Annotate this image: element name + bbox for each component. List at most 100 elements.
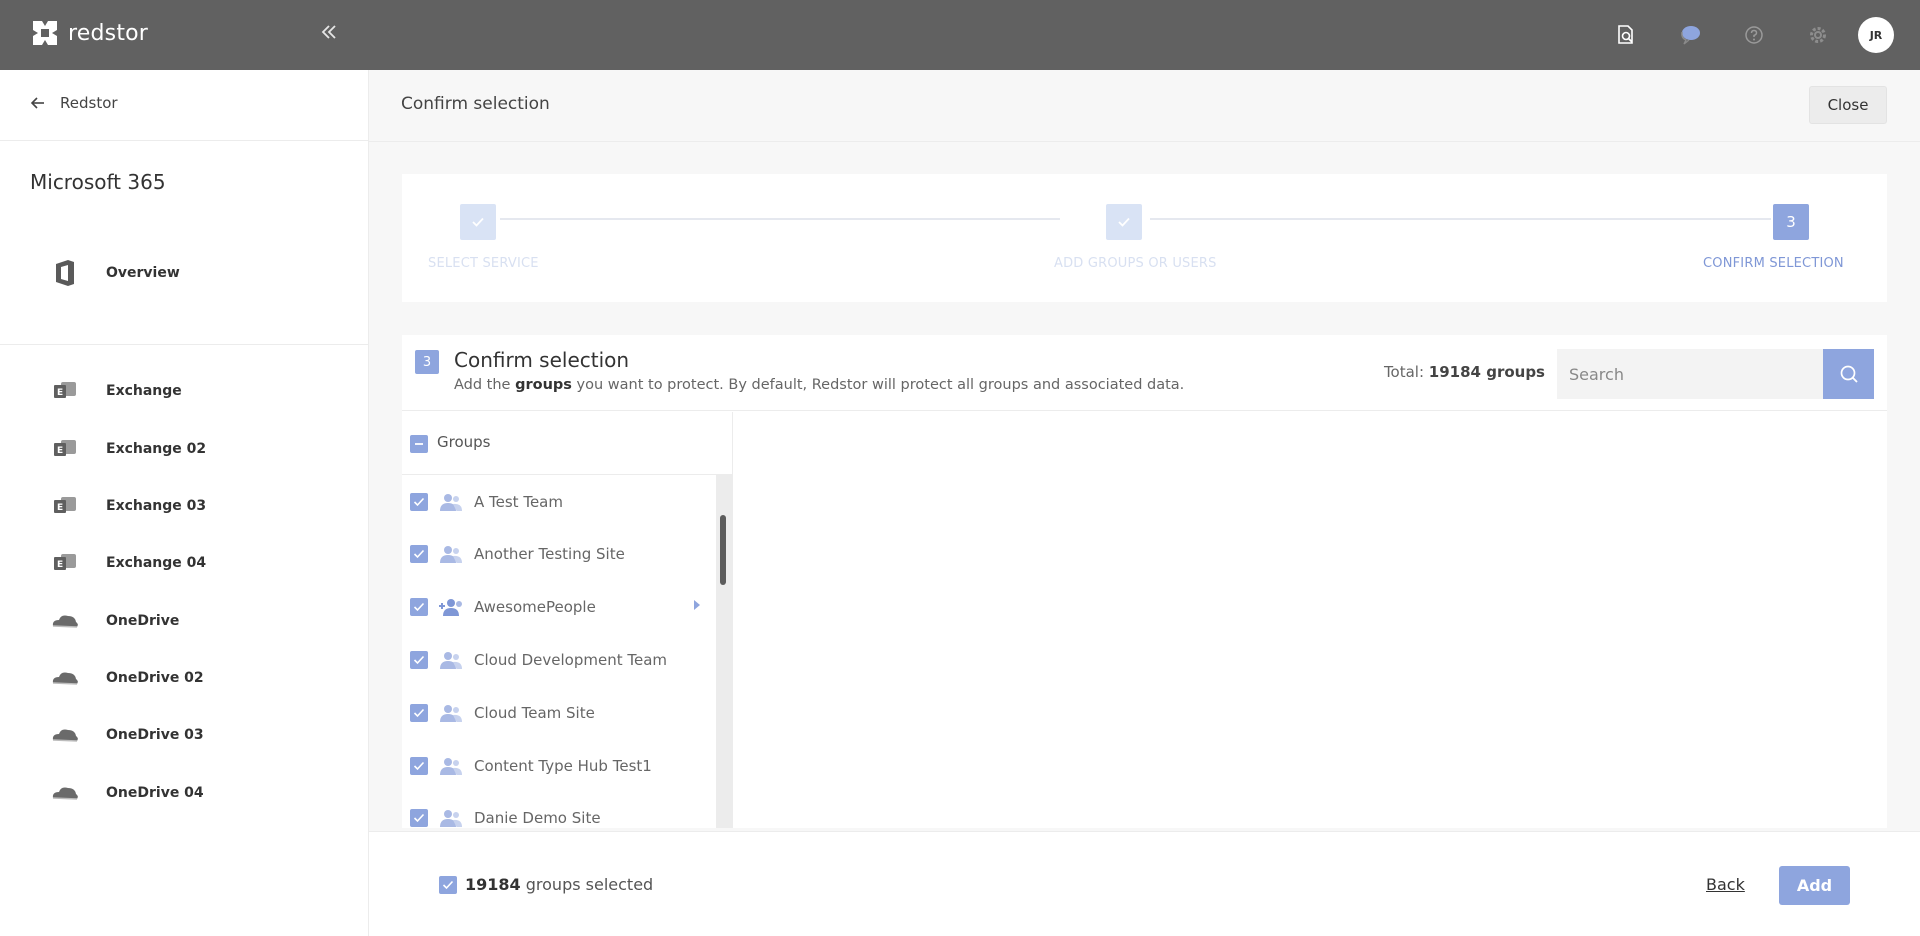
office-icon — [50, 258, 80, 288]
main-content: Confirm selection Close SELECT SERVICE A… — [369, 70, 1920, 936]
sidebar-item-label: OneDrive 04 — [106, 785, 204, 801]
svg-text:E: E — [57, 388, 63, 398]
svg-text:E: E — [57, 503, 63, 513]
product-title: Microsoft 365 — [30, 170, 166, 194]
svg-text:E: E — [57, 446, 63, 456]
gear-icon — [1810, 27, 1826, 43]
groups-tree-header: Groups — [402, 412, 732, 475]
step-2-label: ADD GROUPS OR USERS — [1054, 256, 1217, 271]
step-2-indicator[interactable] — [1106, 204, 1142, 240]
group-add-icon — [438, 597, 464, 617]
item-checkbox[interactable] — [410, 809, 428, 827]
minus-icon — [415, 443, 423, 445]
help-button[interactable] — [1722, 0, 1786, 70]
sidebar-item-label: Exchange 04 — [106, 555, 207, 571]
sidebar-item-label: OneDrive — [106, 613, 180, 629]
sidebar-item-overview[interactable]: Overview — [50, 258, 180, 288]
tree-item[interactable]: Another Testing Site — [410, 544, 700, 564]
notifications-button[interactable] — [1658, 0, 1722, 70]
search-input[interactable] — [1557, 349, 1823, 399]
sidebar-item-label: Overview — [106, 265, 180, 281]
double-chevron-left-icon — [321, 25, 336, 39]
exchange-icon: E — [50, 548, 80, 578]
check-icon — [413, 602, 425, 612]
search-button[interactable] — [1823, 349, 1874, 399]
sidebar-item-exchange-04[interactable]: E Exchange 04 — [50, 548, 206, 578]
step-3-indicator: 3 — [1773, 204, 1809, 240]
divider — [0, 140, 368, 141]
sidebar-item-onedrive-03[interactable]: OneDrive 03 — [50, 720, 204, 750]
back-to-redstor-link[interactable]: Redstor — [30, 94, 118, 112]
back-button[interactable]: Back — [1706, 875, 1745, 894]
redstor-logo-icon — [33, 21, 57, 45]
tree-item-label: Cloud Team Site — [474, 704, 595, 722]
group-icon — [438, 544, 464, 564]
back-label: Redstor — [60, 94, 118, 112]
collapse-sidebar-button[interactable] — [316, 22, 342, 48]
tree-item[interactable]: Cloud Development Team — [410, 650, 700, 670]
item-checkbox[interactable] — [410, 651, 428, 669]
step-connector — [1150, 218, 1771, 220]
groups-tree: Groups A Test Team Another Testing Site … — [402, 412, 733, 828]
expand-arrow-icon[interactable] — [694, 600, 700, 610]
tree-item[interactable]: Danie Demo Site — [410, 808, 700, 828]
sidebar-item-onedrive[interactable]: OneDrive — [50, 606, 179, 636]
search-document-button[interactable] — [1594, 0, 1658, 70]
page-header: Confirm selection Close — [369, 70, 1920, 142]
group-icon — [438, 756, 464, 776]
arrow-left-icon — [30, 97, 44, 109]
add-button[interactable]: Add — [1779, 866, 1850, 905]
settings-button[interactable] — [1786, 0, 1850, 70]
sidebar-item-exchange[interactable]: E Exchange — [50, 376, 182, 406]
selected-count-text: 19184 groups selected — [465, 875, 654, 894]
step-1-indicator[interactable] — [460, 204, 496, 240]
top-bar: redstor JR — [0, 0, 1920, 70]
card-subtitle: Add the groups you want to protect. By d… — [454, 377, 1185, 393]
item-checkbox[interactable] — [410, 598, 428, 616]
tree-item-label: Danie Demo Site — [474, 809, 601, 827]
group-icon — [438, 492, 464, 512]
item-checkbox[interactable] — [410, 704, 428, 722]
tree-item[interactable]: A Test Team — [410, 492, 700, 512]
exchange-icon: E — [50, 376, 80, 406]
scrollbar-thumb[interactable] — [720, 515, 726, 585]
sidebar-item-label: OneDrive 02 — [106, 670, 204, 686]
onedrive-icon — [50, 606, 80, 636]
selected-summary-checkbox[interactable] — [439, 876, 457, 894]
tree-item[interactable]: Cloud Team Site — [410, 703, 700, 723]
check-icon — [413, 497, 425, 507]
sidebar-item-exchange-02[interactable]: E Exchange 02 — [50, 434, 206, 464]
item-checkbox[interactable] — [410, 545, 428, 563]
help-icon — [1745, 26, 1763, 44]
sidebar-item-label: Exchange 02 — [106, 441, 207, 457]
step-connector — [500, 218, 1060, 220]
tree-item-label: Content Type Hub Test1 — [474, 757, 652, 775]
tree-item[interactable]: Content Type Hub Test1 — [410, 756, 700, 776]
tree-item-label: Another Testing Site — [474, 545, 625, 563]
onedrive-icon — [50, 720, 80, 750]
card-header: 3 Confirm selection Add the groups you w… — [402, 335, 1887, 411]
brand-logo[interactable]: redstor — [30, 18, 148, 48]
check-icon — [413, 813, 425, 823]
item-checkbox[interactable] — [410, 757, 428, 775]
sidebar-item-onedrive-04[interactable]: OneDrive 04 — [50, 778, 204, 808]
footer-bar: 19184 groups selected Back Add — [369, 831, 1920, 936]
step-1-label: SELECT SERVICE — [428, 256, 539, 271]
check-icon — [413, 655, 425, 665]
item-checkbox[interactable] — [410, 493, 428, 511]
sidebar-item-exchange-03[interactable]: E Exchange 03 — [50, 491, 206, 521]
tree-item[interactable]: AwesomePeople — [410, 597, 700, 617]
sidebar: Redstor Microsoft 365 Overview E Exchang… — [0, 70, 369, 936]
confirm-selection-card: 3 Confirm selection Add the groups you w… — [402, 335, 1887, 828]
user-avatar[interactable]: JR — [1858, 17, 1894, 53]
group-icon — [438, 650, 464, 670]
select-all-checkbox[interactable] — [410, 435, 428, 453]
close-button[interactable]: Close — [1809, 86, 1887, 124]
sidebar-item-onedrive-02[interactable]: OneDrive 02 — [50, 663, 204, 693]
check-icon — [442, 880, 454, 890]
brand-name: redstor — [68, 20, 149, 46]
tree-scrollbar[interactable] — [716, 475, 732, 828]
divider — [0, 344, 368, 345]
step-3-label: CONFIRM SELECTION — [1703, 256, 1844, 271]
group-icon — [438, 808, 464, 828]
